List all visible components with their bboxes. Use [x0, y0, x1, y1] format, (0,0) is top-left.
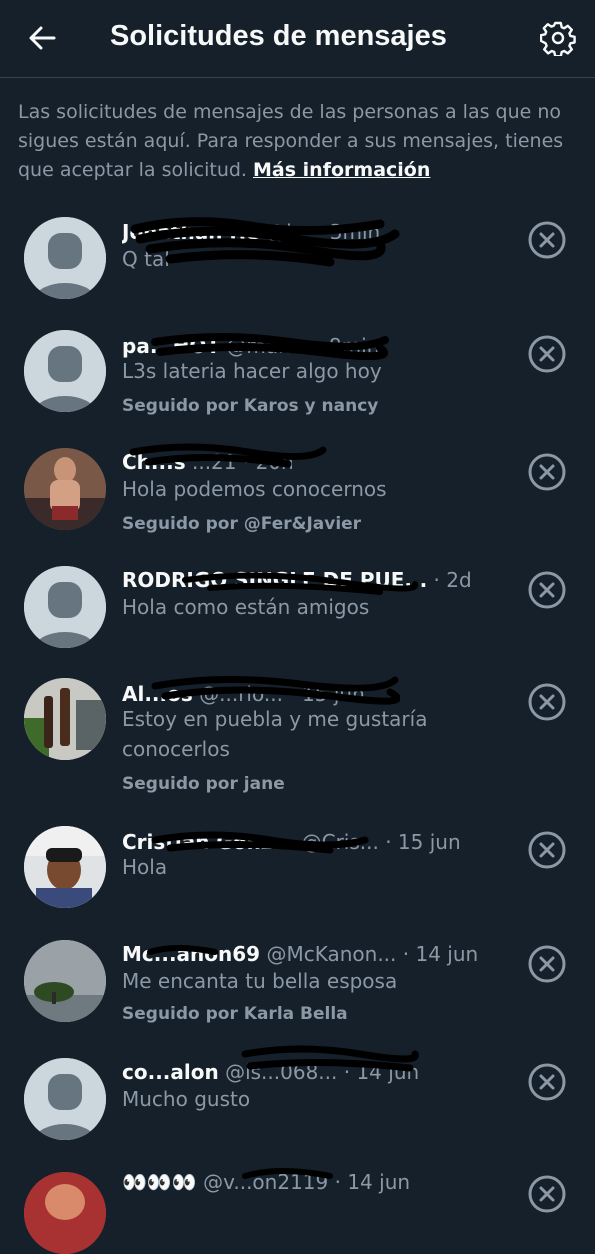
- request-header: pa...HOT @man... · 8min: [122, 334, 522, 358]
- timestamp: · 14 jun: [402, 942, 479, 966]
- request-header: RODRIGO SINGLE DE PUE... · 2d: [122, 568, 522, 592]
- message-preview: Hola: [122, 855, 168, 879]
- avatar[interactable]: [24, 330, 106, 412]
- request-header: Ch...s ...21 · 20h: [122, 450, 522, 474]
- handle: @v...on2119: [203, 1170, 329, 1194]
- display-name: co...alon: [122, 1060, 219, 1084]
- handle: @Cris...: [301, 830, 379, 854]
- request-header: 👀👀👀 @v...on2119 · 14 jun: [122, 1170, 522, 1194]
- followed-by-text: Seguido por Karla Bella: [122, 1004, 348, 1024]
- page-title: Solicitudes de mensajes: [110, 20, 447, 52]
- display-name: 👀👀👀: [122, 1170, 197, 1194]
- message-preview: Estoy en puebla y me gustaría conocerlos: [122, 707, 428, 761]
- profile-photo: [24, 678, 106, 760]
- default-avatar-icon: [24, 566, 106, 648]
- request-header: Al...os @...rio... · 15 jun: [122, 682, 522, 706]
- timestamp: · 14 jun: [343, 1060, 420, 1084]
- intro-text: Las solicitudes de mensajes de las perso…: [18, 98, 578, 185]
- handle: @is...068...: [225, 1060, 338, 1084]
- message-request-item[interactable]: RODRIGO SINGLE DE PUE... · 2d Hola como …: [0, 564, 595, 664]
- message-request-item[interactable]: Cristian Gonz... @Cris... · 15 jun Hola: [0, 826, 595, 926]
- close-icon[interactable]: [527, 220, 567, 260]
- display-name: Jonathan He: [122, 220, 260, 244]
- handle: @man...: [226, 334, 310, 358]
- handle: ...21: [191, 450, 237, 474]
- message-preview: Hola como están amigos: [122, 595, 370, 619]
- avatar-photo[interactable]: [24, 1172, 106, 1254]
- profile-photo: [24, 448, 106, 530]
- avatar[interactable]: [24, 1058, 106, 1140]
- avatar-photo[interactable]: [24, 940, 106, 1022]
- display-name: pa...HOT: [122, 334, 220, 358]
- close-icon[interactable]: [527, 452, 567, 492]
- message-request-item[interactable]: Al...os @...rio... · 15 jun Estoy en pue…: [0, 675, 595, 818]
- message-preview: Hola podemos conocernos: [122, 477, 387, 501]
- message-request-item[interactable]: co...alon @is...068... · 14 jun Mucho gu…: [0, 1045, 595, 1156]
- handle: @...rio...: [199, 682, 283, 706]
- followed-by-text: Seguido por jane: [122, 774, 285, 794]
- timestamp: · 15 jun: [289, 682, 365, 706]
- request-header: Mc...anon69 @McKanon... · 14 jun: [122, 942, 522, 966]
- request-header: Jonathan He @j... · 3min: [122, 220, 522, 244]
- close-icon[interactable]: [527, 570, 567, 610]
- followed-by-text: Seguido por @Fer&Javier: [122, 514, 362, 534]
- gear-icon[interactable]: [540, 20, 576, 56]
- avatar[interactable]: [24, 566, 106, 648]
- timestamp: · 20h: [242, 450, 294, 474]
- default-avatar-icon: [24, 1058, 106, 1140]
- timestamp: · 3min: [317, 220, 381, 244]
- timestamp: · 14 jun: [334, 1170, 411, 1194]
- profile-photo: [24, 826, 106, 908]
- profile-photo: [24, 1172, 106, 1254]
- message-request-item[interactable]: Jonathan He @j... · 3min Q tal: [0, 214, 595, 314]
- more-info-link[interactable]: Más información: [253, 159, 430, 181]
- request-header: co...alon @is...068... · 14 jun: [122, 1060, 522, 1084]
- message-preview: Me encanta tu bella esposa: [122, 969, 398, 993]
- message-request-item[interactable]: 👀👀👀 @v...on2119 · 14 jun: [0, 1168, 595, 1254]
- default-avatar-icon: [24, 217, 106, 299]
- top-bar: Solicitudes de mensajes: [0, 0, 595, 78]
- close-icon[interactable]: [527, 944, 567, 984]
- default-avatar-icon: [24, 330, 106, 412]
- message-preview: Mucho gusto: [122, 1087, 251, 1111]
- display-name: Mc...anon69: [122, 942, 261, 966]
- avatar-photo[interactable]: [24, 826, 106, 908]
- close-icon[interactable]: [527, 1062, 567, 1102]
- timestamp: · 8min: [316, 334, 380, 358]
- arrow-left-icon[interactable]: [26, 22, 58, 54]
- message-preview: L3s lateria hacer algo hoy: [122, 359, 382, 383]
- display-name: Cristian Gonz...: [122, 830, 296, 854]
- message-request-item[interactable]: pa...HOT @man... · 8min L3s lateria hace…: [0, 328, 595, 428]
- avatar-photo[interactable]: [24, 678, 106, 760]
- followed-by-text: Seguido por Karos y nancy: [122, 396, 379, 416]
- display-name: Ch...s: [122, 450, 186, 474]
- close-icon[interactable]: [527, 682, 567, 722]
- timestamp: · 2d: [433, 568, 472, 592]
- close-icon[interactable]: [527, 334, 567, 374]
- handle: @McKanon...: [266, 942, 397, 966]
- display-name: Al...os: [122, 682, 193, 706]
- profile-photo: [24, 940, 106, 1022]
- timestamp: · 15 jun: [385, 830, 461, 854]
- request-header: Cristian Gonz... @Cris... · 15 jun: [122, 830, 522, 854]
- display-name: RODRIGO SINGLE DE PUE...: [122, 568, 428, 592]
- close-icon[interactable]: [527, 830, 567, 870]
- handle: @j...: [266, 220, 311, 244]
- close-icon[interactable]: [527, 1174, 567, 1214]
- message-preview: Q tal: [122, 247, 170, 271]
- message-request-item[interactable]: Ch...s ...21 · 20h Hola podemos conocern…: [0, 443, 595, 546]
- avatar-photo[interactable]: [24, 448, 106, 530]
- message-request-item[interactable]: Mc...anon69 @McKanon... · 14 jun Me enca…: [0, 938, 595, 1038]
- avatar[interactable]: [24, 217, 106, 299]
